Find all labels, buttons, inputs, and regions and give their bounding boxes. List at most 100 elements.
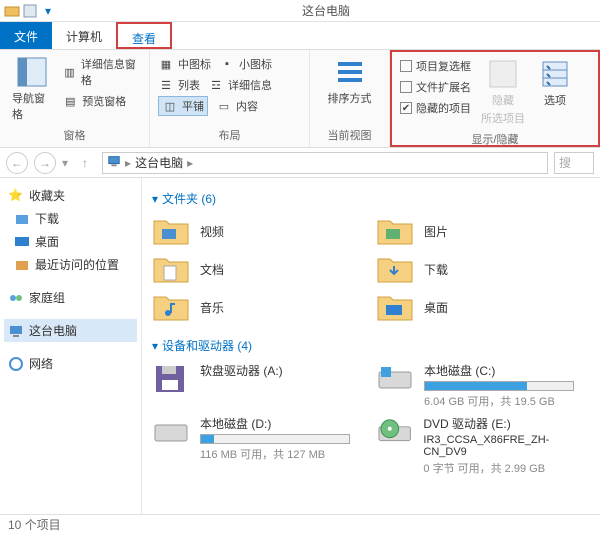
hide-icon [487, 58, 519, 90]
ribbon-group-showhide: 项目复选框 文件扩展名 ✔隐藏的项目 隐藏 所选项目 选项 显示/隐藏 [390, 50, 600, 147]
layout-details-button[interactable]: ☲详细信息 [208, 75, 272, 95]
sidebar-item-thispc[interactable]: 这台电脑 [4, 319, 137, 342]
folder-icon [152, 291, 190, 323]
back-button[interactable]: ← [6, 152, 28, 174]
folder-pictures[interactable]: 图片 [376, 215, 590, 247]
drive-c[interactable]: 本地磁盘 (C:) 6.04 GB 可用，共 19.5 GB [376, 362, 590, 409]
folder-icon[interactable] [4, 3, 20, 19]
details-icon: ☲ [208, 77, 224, 93]
options-button[interactable]: 选项 [535, 56, 575, 110]
dvd-icon [376, 415, 413, 447]
content-area: ▾文件夹 (6) 视频 图片 文档 下载 音乐 桌面 ▾设备和驱动器 (4) 软… [142, 178, 600, 514]
detail-pane-icon: ▥ [62, 64, 77, 80]
recent-icon [14, 257, 30, 273]
folder-icon [376, 215, 414, 247]
folder-icon [152, 215, 190, 247]
group-label-panes: 窗格 [8, 124, 141, 143]
ribbon-group-layout: ▦中图标 ▪小图标 ☰列表 ☲详细信息 ◫平铺 ▭内容 布局 [150, 50, 310, 147]
layout-small-button[interactable]: ▪小图标 [219, 54, 272, 74]
main-area: ⭐收藏夹 下载 桌面 最近访问的位置 家庭组 这台电脑 网络 ▾文件夹 (6) … [0, 178, 600, 514]
nav-pane-button[interactable]: 导航窗格 [8, 54, 56, 124]
layout-content-button[interactable]: ▭内容 [216, 96, 258, 116]
capacity-bar [200, 434, 350, 444]
preview-pane-icon: ▤ [62, 93, 78, 109]
layout-tiles-button[interactable]: ◫平铺 [158, 96, 208, 116]
sidebar-item-recent[interactable]: 最近访问的位置 [4, 253, 137, 276]
nav-pane-icon [16, 56, 48, 88]
sort-button[interactable]: 排序方式 [324, 54, 376, 108]
search-input[interactable]: 搜 [554, 152, 594, 174]
checkbox-item-boxes[interactable]: 项目复选框 [400, 56, 471, 76]
group-label-currentview: 当前视图 [318, 124, 381, 143]
capacity-bar [424, 381, 574, 391]
network-icon [8, 356, 24, 372]
drive-e[interactable]: DVD 驱动器 (E:) IR3_CCSA_X86FRE_ZH-CN_DV9 0… [376, 415, 590, 476]
sidebar: ⭐收藏夹 下载 桌面 最近访问的位置 家庭组 这台电脑 网络 [0, 178, 142, 514]
ribbon-group-currentview: 排序方式 当前视图 [310, 50, 390, 147]
chevron-right-icon[interactable]: ▸ [187, 156, 193, 170]
quick-access-toolbar: ▾ [4, 3, 56, 19]
tab-computer[interactable]: 计算机 [52, 22, 116, 49]
list-icon: ☰ [158, 77, 174, 93]
address-bar: ← → ▾ ↑ ▸ 这台电脑 ▸ 搜 [0, 148, 600, 178]
dropdown-icon[interactable]: ▾ [40, 3, 56, 19]
homegroup-icon [8, 290, 24, 306]
chevron-down-icon: ▾ [152, 339, 158, 353]
disk-icon [152, 415, 190, 447]
checkbox-hidden-items[interactable]: ✔隐藏的项目 [400, 98, 471, 118]
preview-pane-button[interactable]: ▤预览窗格 [62, 91, 141, 111]
sidebar-item-favorites[interactable]: ⭐收藏夹 [4, 184, 137, 207]
breadcrumb[interactable]: ▸ 这台电脑 ▸ [102, 152, 548, 174]
window-title: 这台电脑 [56, 2, 596, 19]
tab-file[interactable]: 文件 [0, 22, 52, 49]
up-button[interactable]: ↑ [74, 152, 96, 174]
folder-music[interactable]: 音乐 [152, 291, 366, 323]
sidebar-item-network[interactable]: 网络 [4, 352, 137, 375]
tab-view[interactable]: 查看 [116, 22, 172, 49]
breadcrumb-item[interactable]: 这台电脑 [135, 154, 183, 171]
folder-icon [152, 253, 190, 285]
chevron-right-icon[interactable]: ▸ [125, 156, 131, 170]
disk-icon [376, 362, 414, 394]
pc-icon [107, 154, 121, 171]
forward-button[interactable]: → [34, 152, 56, 174]
folder-downloads[interactable]: 下载 [376, 253, 590, 285]
ribbon-group-panes: 导航窗格 ▥详细信息窗格 ▤预览窗格 窗格 [0, 50, 150, 147]
folder-icon [376, 291, 414, 323]
drive-d[interactable]: 本地磁盘 (D:) 116 MB 可用，共 127 MB [152, 415, 366, 476]
group-label-showhide: 显示/隐藏 [400, 128, 590, 147]
sidebar-item-downloads[interactable]: 下载 [4, 207, 137, 230]
recent-dropdown-icon[interactable]: ▾ [62, 156, 68, 170]
properties-icon[interactable] [22, 3, 38, 19]
sort-icon [334, 56, 366, 88]
detail-pane-button[interactable]: ▥详细信息窗格 [62, 54, 141, 90]
folder-icon [376, 253, 414, 285]
ribbon: 导航窗格 ▥详细信息窗格 ▤预览窗格 窗格 ▦中图标 ▪小图标 ☰列表 ☲详细信… [0, 50, 600, 148]
options-icon [539, 58, 571, 90]
status-bar: 10 个项目 [0, 514, 600, 534]
checkbox-checked-icon: ✔ [400, 102, 412, 114]
folders-grid: 视频 图片 文档 下载 音乐 桌面 [152, 215, 590, 323]
sidebar-item-homegroup[interactable]: 家庭组 [4, 286, 137, 309]
small-icons-icon: ▪ [219, 56, 235, 72]
devices-header[interactable]: ▾设备和驱动器 (4) [152, 337, 590, 354]
download-icon [14, 211, 30, 227]
folders-header[interactable]: ▾文件夹 (6) [152, 190, 590, 207]
sidebar-item-desktop[interactable]: 桌面 [4, 230, 137, 253]
content-icon: ▭ [216, 98, 232, 114]
layout-list-button[interactable]: ☰列表 [158, 75, 200, 95]
checkbox-icon [400, 60, 412, 72]
folder-videos[interactable]: 视频 [152, 215, 366, 247]
ribbon-tabs: 文件 计算机 查看 [0, 22, 600, 50]
drive-a[interactable]: 软盘驱动器 (A:) [152, 362, 366, 409]
hide-selected-button[interactable]: 隐藏 所选项目 [477, 56, 529, 128]
checkbox-file-ext[interactable]: 文件扩展名 [400, 77, 471, 97]
tiles-icon: ◫ [162, 98, 178, 114]
desktop-icon [14, 234, 30, 250]
folder-desktop[interactable]: 桌面 [376, 291, 590, 323]
layout-medium-button[interactable]: ▦中图标 [158, 54, 211, 74]
star-icon: ⭐ [8, 188, 24, 204]
pc-icon [8, 323, 24, 339]
drives-grid: 软盘驱动器 (A:) 本地磁盘 (C:) 6.04 GB 可用，共 19.5 G… [152, 362, 590, 476]
folder-documents[interactable]: 文档 [152, 253, 366, 285]
